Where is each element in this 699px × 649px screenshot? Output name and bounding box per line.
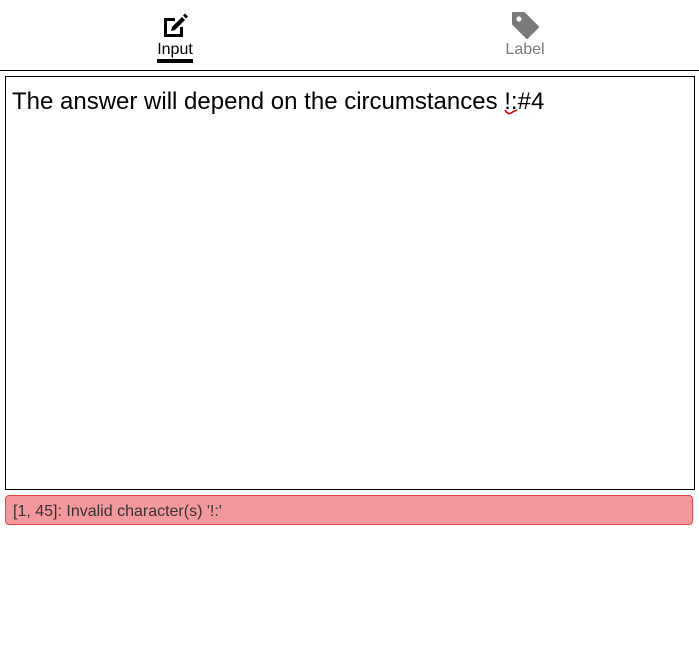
editor-content: The answer will depend on the circumstan…: [12, 89, 544, 115]
tab-label-label: Label: [505, 41, 545, 58]
error-message: [1, 45]: Invalid character(s) '!:': [13, 503, 222, 520]
tag-icon: [510, 11, 540, 41]
tab-input[interactable]: Input: [125, 0, 225, 70]
tab-input-label: Input: [157, 41, 193, 58]
editor-text-before: The answer will depend on the circumstan…: [12, 88, 505, 115]
spellcheck-squiggle: [504, 109, 518, 115]
error-message-bar: [1, 45]: Invalid character(s) '!:': [5, 495, 693, 525]
editor-text-after: #4: [517, 88, 545, 115]
text-input-area[interactable]: The answer will depend on the circumstan…: [5, 76, 695, 490]
invalid-characters: !:: [504, 89, 517, 115]
tab-label[interactable]: Label: [475, 0, 575, 70]
active-tab-indicator: [157, 59, 193, 63]
tab-bar: Input Label: [0, 0, 699, 71]
edit-icon: [160, 11, 190, 41]
